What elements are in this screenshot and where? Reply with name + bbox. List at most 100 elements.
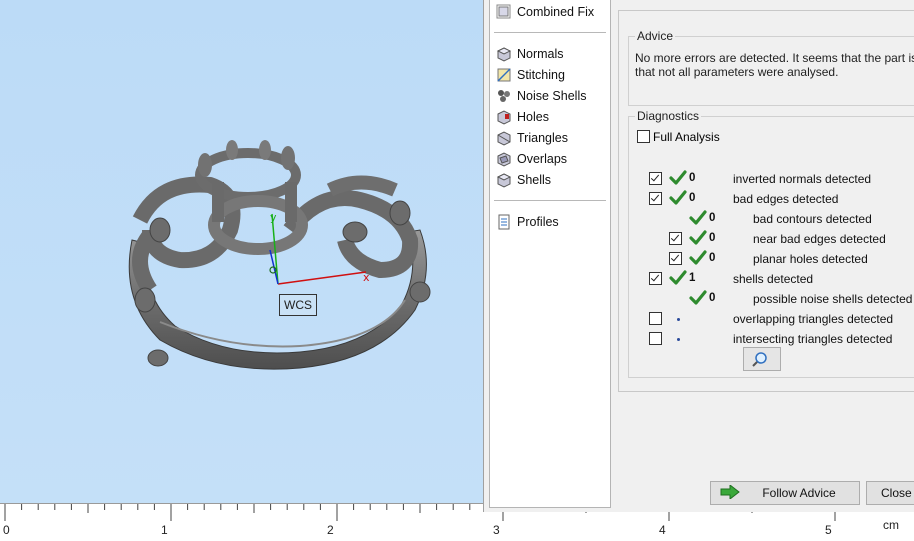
diagnostic-label: bad edges detected: [733, 192, 839, 206]
profiles-icon: [496, 214, 512, 230]
tool-overlaps[interactable]: Overlaps: [496, 149, 567, 169]
tool-separator: [494, 32, 606, 33]
full-analysis-box[interactable]: [637, 130, 650, 143]
ruler-label-4: 4: [659, 523, 666, 537]
diagnostic-count: 0: [709, 232, 716, 244]
normals-icon: [496, 46, 512, 62]
tool-label: Overlaps: [517, 152, 568, 166]
diagnostic-checkbox[interactable]: [649, 172, 662, 185]
magnifier-icon: [750, 350, 770, 371]
diagnostic-count: 0: [689, 172, 696, 184]
diagnostic-count: 0: [709, 292, 716, 304]
tool-holes[interactable]: Holes: [496, 107, 549, 127]
advice-title: Advice: [635, 29, 676, 43]
diagnostic-count: 0: [709, 212, 716, 224]
follow-advice-label: Follow Advice: [762, 486, 836, 500]
diagnostic-row: 0 bad contours detected: [629, 210, 914, 227]
tool-label: Noise Shells: [517, 89, 587, 103]
ruler-label-3: 3: [493, 523, 500, 537]
diagnostic-row: 0 planar holes detected: [629, 250, 914, 267]
tool-stitching[interactable]: Stitching: [496, 65, 565, 85]
diagnostic-label: planar holes detected: [753, 252, 868, 266]
wcs-label: WCS: [279, 294, 317, 316]
diagnostic-label: near bad edges detected: [753, 232, 886, 246]
diagnostic-checkbox[interactable]: [649, 272, 662, 285]
ruler-label-0: 0: [3, 523, 10, 537]
diagnostic-row: overlapping triangles detected: [629, 311, 914, 327]
tool-shells[interactable]: Shells: [496, 170, 551, 190]
diagnostic-label: bad contours detected: [753, 212, 872, 226]
tool-normals[interactable]: Normals: [496, 44, 564, 64]
noise-shells-icon: [496, 88, 512, 104]
diagnostic-row: 0 inverted normals detected: [629, 170, 914, 187]
stitching-icon: [496, 67, 512, 83]
shells-icon: [496, 172, 512, 188]
tool-label: Stitching: [517, 68, 565, 82]
diagnostic-checkbox[interactable]: [649, 332, 662, 345]
green-arrow-icon: [720, 483, 741, 502]
diagnostic-checkbox[interactable]: [649, 312, 662, 325]
tool-label: Holes: [517, 110, 549, 124]
diagnostic-label: intersecting triangles detected: [733, 332, 893, 346]
diagnostic-row: 1 shells detected: [629, 270, 914, 287]
ruler-label-1: 1: [161, 523, 168, 537]
green-check-icon: [689, 250, 707, 266]
ruler-label-5: 5: [825, 523, 832, 537]
diagnostic-checkbox[interactable]: [669, 252, 682, 265]
axis-y-label: y: [270, 211, 277, 224]
combined-fix-icon: [496, 4, 512, 20]
tool-label: Shells: [517, 173, 552, 187]
tool-label: Profiles: [517, 215, 559, 229]
diagnostic-label: shells detected: [733, 272, 814, 286]
close-label: Close: [881, 486, 912, 500]
fix-tool-list: Combined Fix Normals Stitching Noise She…: [489, 0, 611, 508]
tool-label: Triangles: [517, 131, 568, 145]
tool-label: Normals: [517, 47, 564, 61]
diagnostic-count: 1: [689, 272, 696, 284]
overlaps-icon: [496, 151, 512, 167]
diagnostics-group: Diagnostics 0 inverted normals detected 0 b…: [628, 109, 914, 378]
diagnostic-checkbox[interactable]: [649, 192, 662, 205]
diagnostic-row: intersecting triangles detected: [629, 331, 914, 347]
fix-content: Advice No more errors are detected. It s…: [618, 10, 914, 508]
diagnostic-count: 0: [689, 192, 696, 204]
zoom-button[interactable]: [743, 347, 781, 371]
tool-noise-shells[interactable]: Noise Shells: [496, 86, 586, 106]
close-button[interactable]: Close: [866, 481, 914, 505]
advice-line-1: No more errors are detected. It seems th…: [635, 51, 914, 65]
tool-combined-fix[interactable]: Combined Fix: [496, 2, 594, 22]
holes-icon: [496, 109, 512, 125]
tool-triangles[interactable]: Triangles: [496, 128, 568, 148]
diagnostic-count: 0: [709, 252, 716, 264]
diagnostic-row: 0 bad edges detected: [629, 190, 914, 207]
tool-profiles[interactable]: Profiles: [496, 212, 559, 232]
green-check-icon: [689, 230, 707, 246]
triangles-icon: [496, 130, 512, 146]
diagnostics-title: Diagnostics: [635, 109, 702, 123]
green-check-icon: [669, 270, 687, 286]
ruler-unit: cm: [883, 518, 899, 532]
tool-label: Combined Fix: [517, 5, 595, 19]
pending-dot-icon: [677, 338, 680, 341]
diagnostic-row: 0 near bad edges detected: [629, 230, 914, 247]
green-check-icon: [689, 210, 707, 226]
pending-dot-icon: [677, 318, 680, 321]
ring-model[interactable]: x y: [0, 0, 490, 500]
fix-wizard-panel: Combined Fix Normals Stitching Noise She…: [483, 0, 914, 512]
diagnostic-checkbox[interactable]: [669, 232, 682, 245]
full-analysis-label: Full Analysis: [653, 130, 720, 144]
axis-x-label: x: [363, 271, 370, 284]
green-check-icon: [689, 290, 707, 306]
diagnostic-row: 0 possible noise shells detected: [629, 290, 914, 307]
diagnostic-label: overlapping triangles detected: [733, 312, 894, 326]
tool-separator: [494, 200, 606, 201]
follow-advice-button[interactable]: Follow Advice: [710, 481, 860, 505]
diagnostic-label: possible noise shells detected: [753, 292, 913, 306]
diagnostic-label: inverted normals detected: [733, 172, 872, 186]
green-check-icon: [669, 190, 687, 206]
advice-group: Advice No more errors are detected. It s…: [628, 29, 914, 106]
ruler-label-2: 2: [327, 523, 334, 537]
advice-line-2: that not all parameters were analysed.: [635, 65, 839, 79]
advice-text: No more errors are detected. It seems th…: [635, 51, 914, 79]
green-check-icon: [669, 170, 687, 186]
